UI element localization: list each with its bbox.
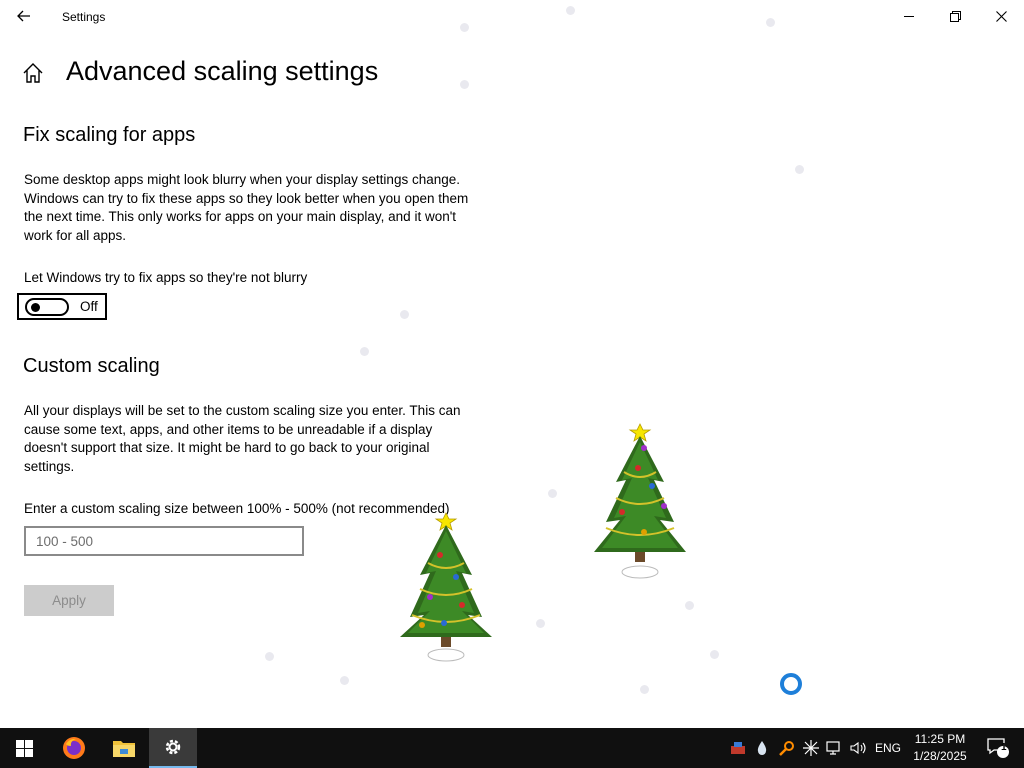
christmas-tree-decoration xyxy=(594,422,686,589)
title-bar: Settings xyxy=(0,0,1024,32)
fix-apps-toggle[interactable]: Off xyxy=(17,293,107,320)
clock-date: 1/28/2025 xyxy=(913,749,967,763)
custom-scaling-heading: Custom scaling xyxy=(23,355,160,377)
taskbar-clock[interactable]: 11:25 PM 1/28/2025 xyxy=(904,731,976,765)
back-arrow-icon[interactable] xyxy=(10,4,38,28)
snowflake xyxy=(566,6,575,15)
snowflake xyxy=(685,601,694,610)
notification-count: 1 xyxy=(1001,742,1007,753)
search-key-icon[interactable] xyxy=(776,728,798,768)
apply-button[interactable]: Apply xyxy=(24,585,114,616)
snowflake xyxy=(710,650,719,659)
taskbar: ENG 11:25 PM 1/28/2025 1 xyxy=(0,728,1024,768)
toggle-knob xyxy=(31,303,40,312)
fix-scaling-heading: Fix scaling for apps xyxy=(23,124,196,146)
sparkle-icon[interactable] xyxy=(800,728,822,768)
busy-cursor-icon xyxy=(780,673,802,695)
snowflake xyxy=(548,489,557,498)
fix-scaling-description: Some desktop apps might look blurry when… xyxy=(24,172,469,243)
firefox-icon[interactable] xyxy=(50,728,98,768)
custom-scaling-input[interactable] xyxy=(24,526,304,556)
toggle-state-text: Off xyxy=(80,299,98,314)
water-drop-icon[interactable] xyxy=(752,728,772,768)
custom-scaling-description: All your displays will be set to the cus… xyxy=(24,403,461,474)
snowflake xyxy=(360,347,369,356)
snowflake xyxy=(265,652,274,661)
restore-icon[interactable] xyxy=(932,0,978,32)
home-icon[interactable] xyxy=(22,62,46,84)
fix-apps-toggle-label: Let Windows try to fix apps so they're n… xyxy=(24,270,308,285)
snowflake xyxy=(640,685,649,694)
snowflake xyxy=(536,619,545,628)
custom-scaling-input-label: Enter a custom scaling size between 100%… xyxy=(24,501,450,516)
snowflake xyxy=(766,18,775,27)
snowflake xyxy=(795,165,804,174)
christmas-tree-decoration xyxy=(400,505,492,672)
clock-time: 11:25 PM xyxy=(914,732,966,746)
network-drive-icon[interactable] xyxy=(728,728,748,768)
windows-start-icon[interactable] xyxy=(0,728,48,768)
snowflake xyxy=(400,310,409,319)
minimize-icon[interactable] xyxy=(886,0,932,32)
network-icon[interactable] xyxy=(824,728,846,768)
page-title: Advanced scaling settings xyxy=(66,56,379,86)
close-icon[interactable] xyxy=(978,0,1024,32)
settings-gear-icon[interactable] xyxy=(149,728,197,768)
snowflake xyxy=(340,676,349,685)
toggle-track xyxy=(25,298,69,316)
volume-icon[interactable] xyxy=(848,728,870,768)
window-title: Settings xyxy=(62,10,106,24)
snowflake xyxy=(460,23,469,32)
file-explorer-icon[interactable] xyxy=(100,728,148,768)
language-indicator[interactable]: ENG xyxy=(872,728,904,768)
snowflake xyxy=(460,80,469,89)
action-center-icon[interactable]: 1 xyxy=(978,728,1018,768)
